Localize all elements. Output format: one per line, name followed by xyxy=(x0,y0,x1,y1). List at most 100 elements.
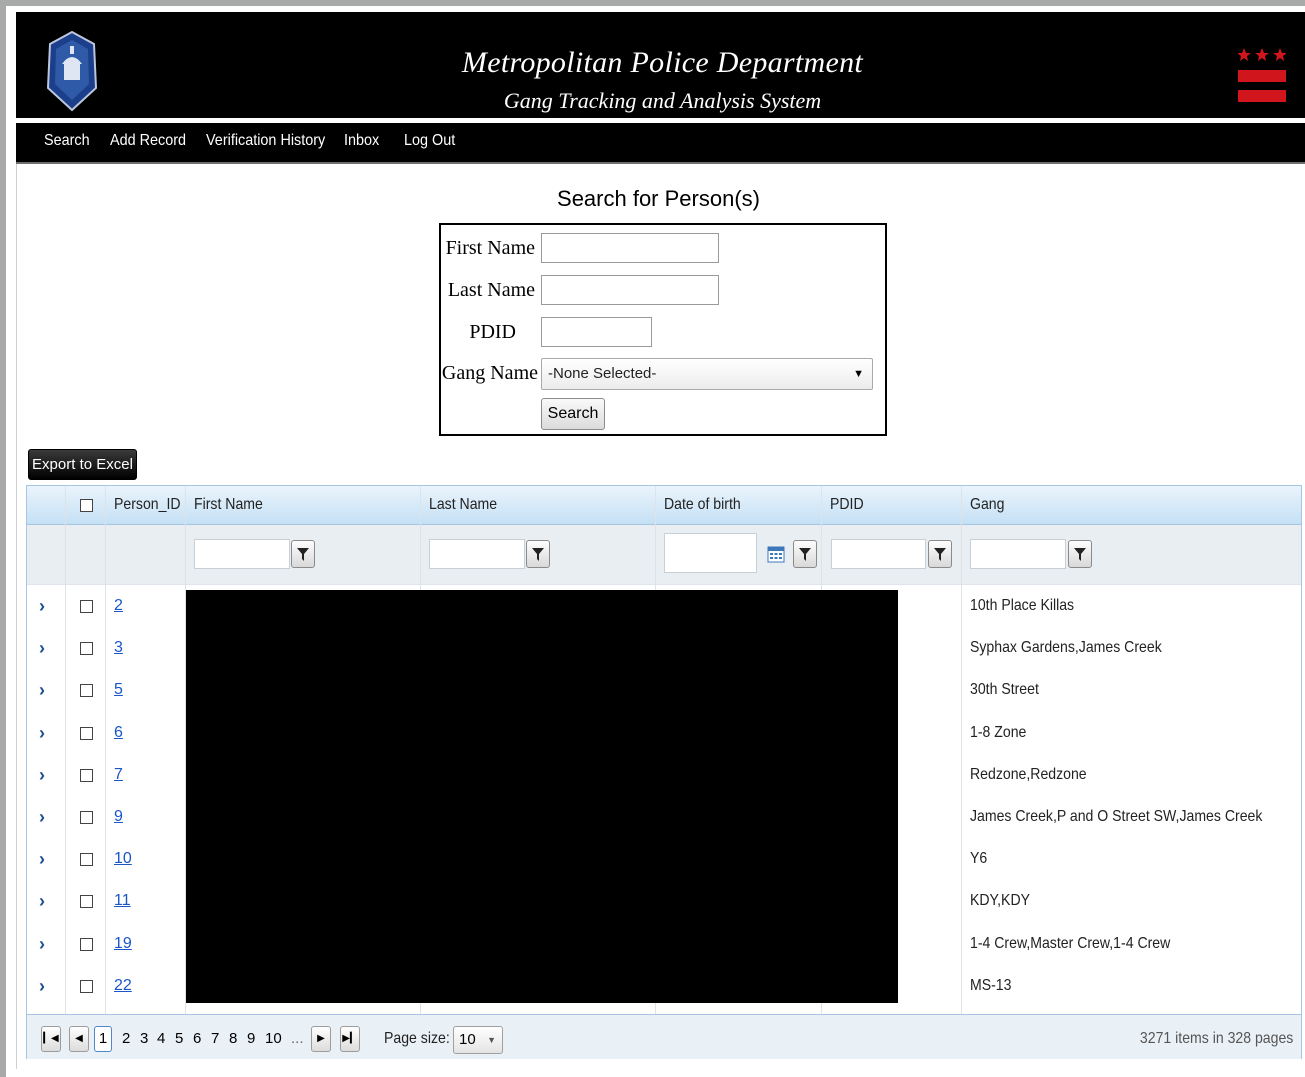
pdid-filter-input[interactable] xyxy=(831,539,926,569)
page-number-link[interactable]: 7 xyxy=(211,1030,219,1047)
row-checkbox[interactable] xyxy=(80,811,93,824)
page-size-select[interactable]: 10 ▼ xyxy=(453,1026,503,1054)
gang-filter-button[interactable] xyxy=(1068,540,1092,568)
gang-cell: James Creek,P and O Street SW,James Cree… xyxy=(970,808,1263,825)
nav-verification-history[interactable]: Verification History xyxy=(206,132,325,150)
page-size-label: Page size: xyxy=(384,1030,450,1047)
first-name-filter-input[interactable] xyxy=(194,539,290,569)
person-id-link[interactable]: 22 xyxy=(114,977,132,995)
nav-add-record[interactable]: Add Record xyxy=(110,132,186,150)
first-name-field[interactable] xyxy=(541,233,719,263)
page-number-link[interactable]: 8 xyxy=(229,1030,237,1047)
gang-name-label: Gang Name xyxy=(441,362,538,384)
app-subtitle: Gang Tracking and Analysis System xyxy=(503,88,822,113)
person-id-link[interactable]: 9 xyxy=(114,808,123,826)
gang-cell: Syphax Gardens,James Creek xyxy=(970,639,1162,657)
person-id-link[interactable]: 11 xyxy=(114,892,131,910)
col-first-name[interactable]: First Name xyxy=(185,486,420,524)
person-id-link[interactable]: 3 xyxy=(114,639,123,657)
page-number-link[interactable]: 5 xyxy=(175,1030,183,1047)
nav-log-out[interactable]: Log Out xyxy=(404,132,455,150)
expand-row-chevron-icon[interactable]: › xyxy=(39,934,45,955)
dob-filter-input[interactable] xyxy=(664,533,757,573)
filter-icon xyxy=(297,548,309,561)
first-page-button[interactable]: ▎◀ xyxy=(41,1026,61,1052)
col-date-of-birth[interactable]: Date of birth xyxy=(655,486,821,524)
export-to-excel-button[interactable]: Export to Excel xyxy=(28,449,137,480)
person-id-link[interactable]: 19 xyxy=(114,935,132,953)
filter-row xyxy=(27,525,1301,585)
next-page-button[interactable]: ▶ xyxy=(311,1026,331,1052)
expand-row-chevron-icon[interactable]: › xyxy=(39,849,45,870)
row-checkbox[interactable] xyxy=(80,684,93,698)
dropdown-arrow-icon: ▼ xyxy=(853,368,864,380)
nav-search[interactable]: Search xyxy=(44,132,90,150)
select-all-header xyxy=(65,486,105,524)
col-last-name[interactable]: Last Name xyxy=(420,486,655,524)
last-page-button[interactable]: ▶▎ xyxy=(340,1026,360,1052)
page-number-link[interactable]: 9 xyxy=(247,1030,255,1047)
prev-page-button[interactable]: ◀ xyxy=(69,1026,89,1052)
page-number-link[interactable]: 2 xyxy=(122,1030,130,1047)
expand-row-chevron-icon[interactable]: › xyxy=(39,765,45,786)
person-id-link[interactable]: 7 xyxy=(114,766,123,784)
person-id-link[interactable]: 10 xyxy=(114,850,132,868)
page-number-link[interactable]: 10 xyxy=(265,1030,282,1047)
person-id-link[interactable]: 2 xyxy=(114,597,123,615)
search-title: Search for Person(s) xyxy=(557,186,760,211)
app-header: Metropolitan Police Department Gang Trac… xyxy=(16,12,1305,118)
expand-row-chevron-icon[interactable]: › xyxy=(39,638,45,659)
expand-row-chevron-icon[interactable]: › xyxy=(39,680,45,701)
row-checkbox[interactable] xyxy=(80,642,93,656)
select-all-checkbox[interactable] xyxy=(80,499,93,512)
nav-inbox[interactable]: Inbox xyxy=(344,132,379,150)
page-number-link[interactable]: 3 xyxy=(140,1030,148,1047)
dc-flag-icon xyxy=(1237,48,1287,104)
last-name-filter-button[interactable] xyxy=(526,540,550,568)
person-id-link[interactable]: 5 xyxy=(114,681,123,699)
expand-row-chevron-icon[interactable]: › xyxy=(39,976,45,997)
row-checkbox[interactable] xyxy=(80,853,93,867)
row-checkbox[interactable] xyxy=(80,979,93,993)
filter-icon xyxy=(934,548,946,561)
gang-filter-input[interactable] xyxy=(970,539,1066,569)
current-page[interactable]: 1 xyxy=(94,1026,112,1052)
gang-cell: 1-8 Zone xyxy=(970,723,1027,741)
row-checkbox[interactable] xyxy=(80,895,93,909)
pdid-field[interactable] xyxy=(541,317,652,347)
expand-row-chevron-icon[interactable]: › xyxy=(39,596,45,617)
col-gang[interactable]: Gang xyxy=(961,486,1301,524)
page-number-link[interactable]: 6 xyxy=(193,1030,201,1047)
row-checkbox[interactable] xyxy=(80,768,93,782)
last-name-field[interactable] xyxy=(541,275,719,305)
expand-row-chevron-icon[interactable]: › xyxy=(39,807,45,828)
calendar-icon[interactable] xyxy=(767,545,785,563)
first-name-filter-button[interactable] xyxy=(291,540,315,568)
gang-cell: KDY,KDY xyxy=(970,892,1031,910)
search-button[interactable]: Search xyxy=(541,398,605,430)
row-checkbox[interactable] xyxy=(80,937,93,951)
page-number-link[interactable]: ... xyxy=(291,1030,304,1047)
col-person-id[interactable]: Person_ID xyxy=(105,486,185,524)
gang-cell: 1-4 Crew,Master Crew,1-4 Crew xyxy=(970,934,1171,952)
page-number-link[interactable]: 4 xyxy=(157,1030,165,1047)
gang-cell: 10th Place Killas xyxy=(970,597,1075,614)
filter-icon xyxy=(1074,548,1086,561)
gang-name-select[interactable]: -None Selected- ▼ xyxy=(541,358,873,390)
expand-row-chevron-icon[interactable]: › xyxy=(39,723,45,744)
row-checkbox[interactable] xyxy=(80,600,93,613)
last-name-filter-input[interactable] xyxy=(429,539,525,569)
grid-pager: ▎◀ ◀ 1 2 3 4 5 6 7 8 9 10... ▶ ▶▎ Page size: 10 … xyxy=(27,1014,1301,1059)
row-checkbox[interactable] xyxy=(80,726,93,740)
col-pdid[interactable]: PDID xyxy=(821,486,961,524)
pdid-filter-button[interactable] xyxy=(928,540,952,568)
expand-row-chevron-icon[interactable]: › xyxy=(39,891,45,912)
person-id-link[interactable]: 6 xyxy=(114,724,123,742)
pdid-label: PDID xyxy=(469,321,516,343)
dob-filter-button[interactable] xyxy=(793,540,817,568)
filter-icon xyxy=(799,548,811,561)
filter-icon xyxy=(532,548,544,561)
results-grid: Person_ID First Name Last Name Date of b… xyxy=(26,485,1302,1059)
main-navbar: Search Add Record Verification History I… xyxy=(16,123,1305,164)
page-size-value: 10 xyxy=(459,1031,476,1048)
